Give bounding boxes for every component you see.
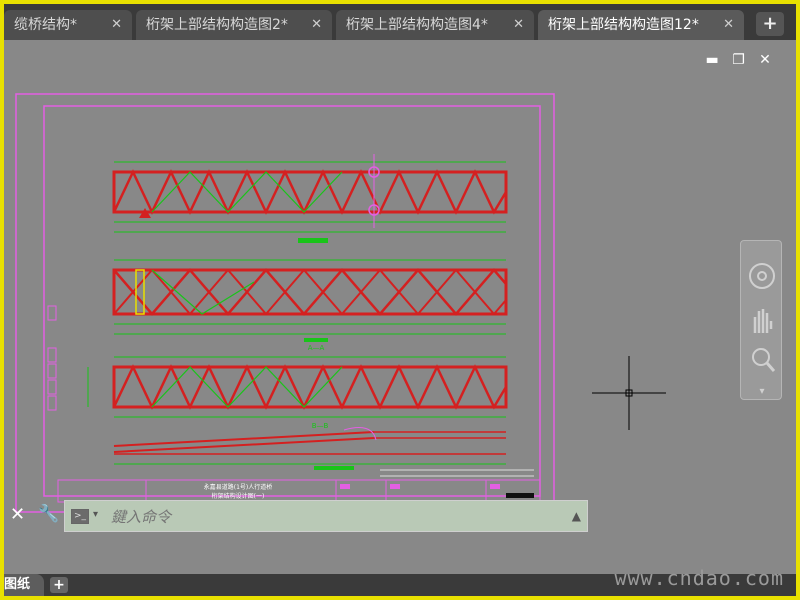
nav-menu-chevron-icon[interactable]: ▾	[747, 377, 777, 407]
truss-plan-2	[112, 259, 508, 342]
crosshair-cursor-icon	[592, 356, 666, 430]
command-prompt-icon[interactable]: >_	[71, 509, 89, 524]
section-label-a: A—A	[308, 344, 325, 352]
tab-close-icon[interactable]: ✕	[513, 10, 524, 40]
command-history-expand-icon[interactable]: ▲	[572, 509, 581, 523]
sheet-outer-border	[15, 93, 555, 513]
add-layout-button[interactable]: +	[50, 577, 68, 593]
pan-hand-icon[interactable]	[749, 305, 775, 335]
restore-icon[interactable]: ❐	[728, 52, 750, 68]
tab-label: 桁架上部结构构造图4*	[346, 17, 488, 33]
tab-close-icon[interactable]: ✕	[723, 10, 734, 40]
command-line: ✕ 🔧 >_ ▾ ▲	[4, 500, 588, 532]
document-tab-bar: 缆桥结构* ✕ 桁架上部结构构造图2* ✕ 桁架上部结构构造图4* ✕ 桁架上部…	[4, 4, 796, 40]
tab-document-3[interactable]: 桁架上部结构构造图4* ✕	[336, 10, 534, 40]
notes	[314, 466, 534, 477]
zoom-icon[interactable]	[749, 345, 775, 375]
customize-wrench-icon[interactable]: 🔧	[38, 504, 59, 524]
layout-tab-current[interactable]: 图纸	[4, 574, 44, 596]
title-block-line-2: 桁架结构设计图(一)	[212, 492, 265, 500]
recent-commands-dropdown-icon[interactable]: ▾	[93, 509, 98, 520]
member-detail	[113, 427, 506, 465]
navigation-bar: ▾	[740, 240, 782, 400]
tab-document-2[interactable]: 桁架上部结构构造图2* ✕	[136, 10, 332, 40]
title-block-line-1: 永嘉县道路(1号)人行道桥	[204, 483, 273, 491]
drawing-window-controls: ▬ ❐ ✕	[701, 52, 776, 68]
minimize-icon[interactable]: ▬	[701, 52, 723, 68]
command-input-box: >_ ▾ ▲	[64, 500, 588, 532]
truss-plan-3	[87, 356, 508, 418]
watermark-text: www.cndao.com	[614, 566, 784, 590]
binding-boxes	[47, 305, 57, 411]
steering-wheel-icon[interactable]	[747, 261, 777, 291]
tab-label: 缆桥结构*	[14, 17, 77, 33]
tab-close-icon[interactable]: ✕	[311, 10, 322, 40]
close-command-line-icon[interactable]: ✕	[10, 504, 25, 525]
tab-document-1[interactable]: 缆桥结构* ✕	[4, 10, 132, 40]
section-label-b: B—B	[312, 422, 329, 430]
tab-document-4-active[interactable]: 桁架上部结构构造图12* ✕	[538, 10, 744, 40]
tab-close-icon[interactable]: ✕	[111, 10, 122, 40]
drawing-sheet: A—A B—B 永嘉县道路(1号)人行道桥 桁架结构设计图(一)	[15, 93, 555, 513]
tab-label: 桁架上部结构构造图2*	[146, 17, 288, 33]
new-tab-button[interactable]: +	[756, 12, 784, 36]
truss-elevation-1	[112, 154, 508, 243]
title-block	[57, 479, 541, 503]
close-icon[interactable]: ✕	[754, 52, 776, 68]
command-input[interactable]	[111, 506, 531, 528]
layout-tab-bar: 图纸 + www.cndao.com	[4, 566, 796, 596]
tab-label: 桁架上部结构构造图12*	[548, 17, 699, 33]
